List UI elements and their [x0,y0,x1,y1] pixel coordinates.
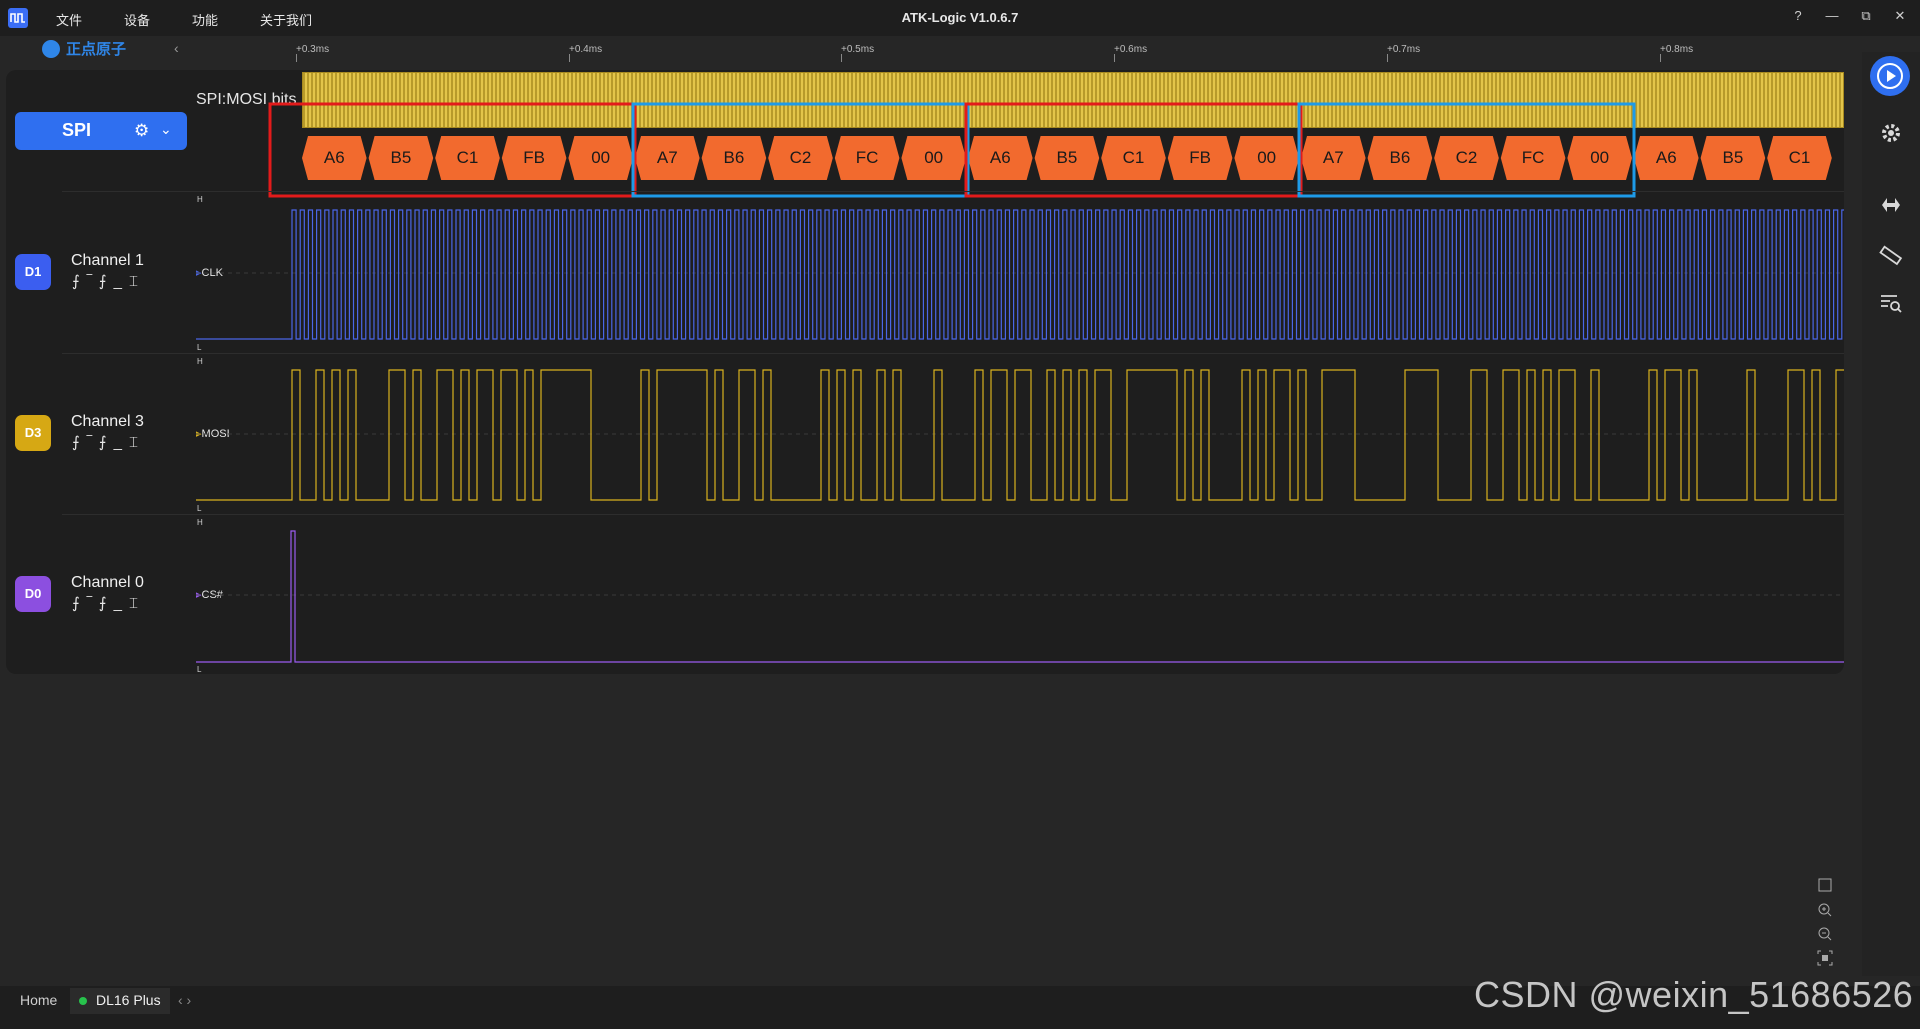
tab-scroll-arrows[interactable]: ‹ › [178,992,191,1008]
device-connected-icon [79,997,87,1005]
fit-view-icon[interactable] [1817,950,1833,966]
cs-waveform [196,530,1844,663]
mosi-waveform [196,369,1844,501]
decoder-protocol-icon[interactable] [1878,192,1904,218]
tab-home[interactable]: Home [20,992,57,1008]
tab-device-label: DL16 Plus [96,992,161,1008]
zoom-in-icon[interactable] [1818,903,1832,917]
start-capture-button[interactable] [1870,56,1910,96]
waveform-svg [196,209,1844,663]
watermark: CSDN @weixin_51686526 [1474,974,1914,1015]
measure-ruler-icon[interactable] [1878,242,1904,268]
zoom-tools [1812,876,1838,972]
settings-gear-icon[interactable] [1878,120,1904,146]
search-list-icon[interactable] [1878,290,1904,316]
zoom-out-icon[interactable] [1818,927,1832,941]
home-view-icon[interactable] [1818,878,1832,892]
play-icon [1877,63,1903,89]
clk-waveform [196,209,1844,340]
right-toolbar [1862,52,1920,976]
